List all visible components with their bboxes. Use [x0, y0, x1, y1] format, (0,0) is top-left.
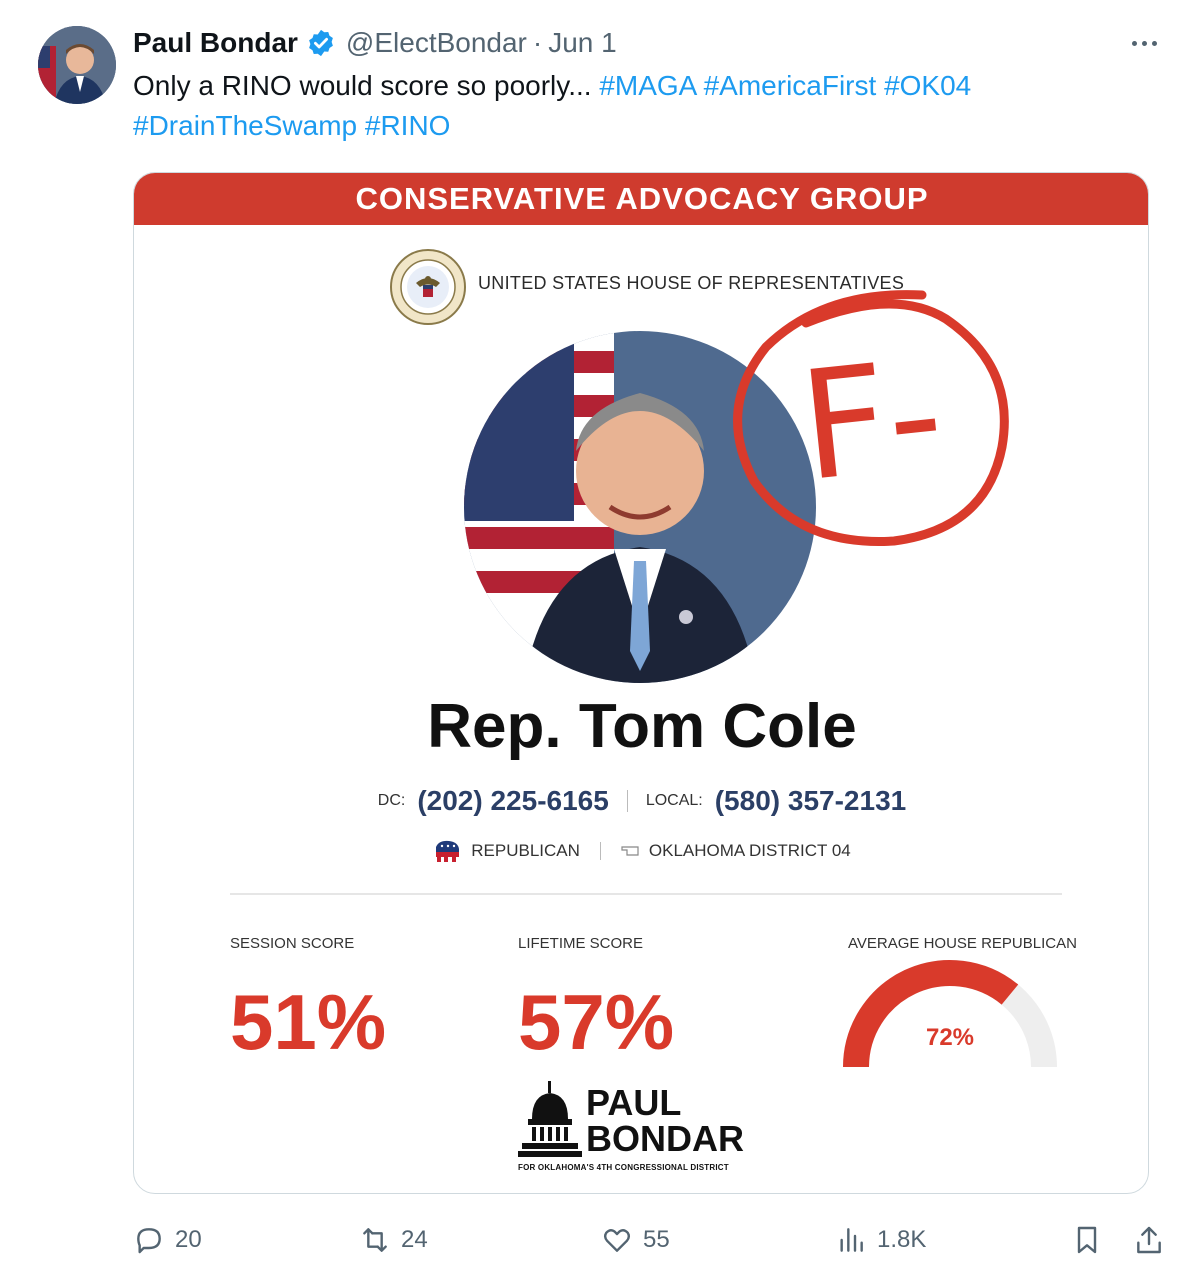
lifetime-score-value: 57%: [518, 978, 675, 1066]
campaign-logo: PAUL BONDAR FOR OKLAHOMA'S 4TH CONGRESSI…: [518, 1081, 768, 1172]
author-handle[interactable]: @ElectBondar: [346, 27, 527, 59]
repost-button[interactable]: 24: [359, 1216, 428, 1264]
views-button[interactable]: 1.8K: [835, 1216, 926, 1264]
hashtag-draintheswamp[interactable]: #DrainTheSwamp: [133, 110, 357, 141]
media-image[interactable]: CONSERVATIVE ADVOCACY GROUP UNITED STATE…: [133, 172, 1149, 1194]
reply-count: 20: [175, 1226, 202, 1253]
bookmark-icon: [1077, 1226, 1097, 1254]
logo-first-name: PAUL: [586, 1082, 682, 1123]
party-district: REPUBLICAN OKLAHOMA DISTRICT 04: [134, 839, 1148, 863]
tweet-date[interactable]: Jun 1: [548, 27, 617, 59]
meta-divider: [599, 842, 601, 860]
gauge-fill: [843, 960, 1019, 1068]
reply-button[interactable]: 20: [133, 1216, 202, 1264]
average-score-gauge: 72%: [843, 960, 1057, 1068]
dc-phone: (202) 225-6165: [417, 785, 609, 816]
more-options-icon[interactable]: [1124, 26, 1164, 60]
average-score-label: AVERAGE HOUSE REPUBLICAN: [848, 935, 1077, 952]
views-count: 1.8K: [877, 1226, 927, 1253]
logo-last-name: BONDAR: [586, 1118, 744, 1159]
local-phone: (580) 357-2131: [714, 785, 907, 816]
grade-mark: F-: [733, 290, 1009, 546]
session-score-value: 51%: [230, 978, 387, 1066]
dc-phone-label: DC:: [377, 792, 406, 809]
hashtag-maga[interactable]: #MAGA: [599, 70, 695, 101]
like-button[interactable]: 55: [601, 1216, 670, 1264]
header-separator: ·: [532, 27, 543, 58]
views-icon: [840, 1228, 863, 1252]
divider: [230, 893, 1062, 895]
logo-subtitle: FOR OKLAHOMA'S 4TH CONGRESSIONAL DISTRIC…: [518, 1163, 729, 1172]
hashtag-americafirst[interactable]: #AmericaFirst: [704, 70, 877, 101]
oklahoma-state-icon: [621, 846, 639, 856]
session-score-label: SESSION SCORE: [230, 935, 355, 952]
hashtag-rino[interactable]: #RINO: [365, 110, 451, 141]
representative-name: Rep. Tom Cole: [427, 692, 857, 761]
local-phone-label: LOCAL:: [645, 792, 703, 809]
author-name[interactable]: Paul Bondar: [133, 27, 298, 59]
repost-count: 24: [401, 1226, 428, 1253]
tweet-text: Only a RINO would score so poorly... #MA…: [133, 66, 1153, 146]
tweet[interactable]: Paul Bondar @ElectBondar · Jun 1 Only a …: [0, 0, 1200, 1284]
average-score-value: 72%: [926, 1024, 974, 1051]
hashtag-ok04[interactable]: #OK04: [884, 70, 971, 101]
verified-badge-icon: [309, 29, 333, 57]
heart-icon: [603, 1229, 631, 1252]
house-seal-icon: [390, 249, 466, 325]
grade-text: F-: [793, 327, 951, 515]
phone-divider: [626, 790, 628, 812]
share-icon: [1137, 1226, 1161, 1254]
tweet-header: Paul Bondar @ElectBondar · Jun 1: [133, 26, 617, 60]
lifetime-score-label: LIFETIME SCORE: [518, 935, 644, 952]
like-count: 55: [643, 1226, 670, 1253]
repost-icon: [363, 1228, 387, 1252]
phone-numbers: DC: (202) 225-6165 LOCAL: (580) 357-2131: [134, 785, 1148, 817]
reply-icon: [137, 1228, 161, 1254]
party-label: REPUBLICAN: [471, 841, 580, 860]
district-label: OKLAHOMA DISTRICT 04: [648, 841, 851, 860]
author-avatar[interactable]: [38, 26, 116, 104]
bookmark-button[interactable]: [1071, 1216, 1103, 1264]
tweet-body: Only a RINO would score so poorly...: [133, 70, 592, 101]
republican-elephant-icon: [436, 840, 460, 862]
banner-title: CONSERVATIVE ADVOCACY GROUP: [134, 173, 1148, 225]
tweet-actions: 20 24 55 1.8K: [133, 1216, 1168, 1264]
capitol-icon: [518, 1081, 582, 1157]
share-button[interactable]: [1133, 1216, 1165, 1264]
